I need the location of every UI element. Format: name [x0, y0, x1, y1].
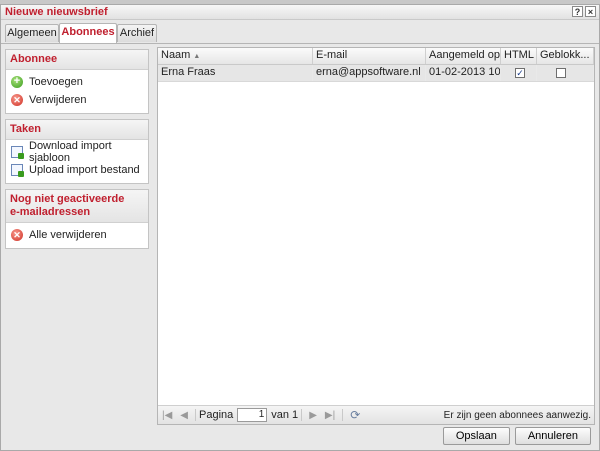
download-template-label: Download import sjabloon	[29, 140, 112, 164]
page-number-input[interactable]: 1	[237, 408, 268, 422]
add-subscriber-label: Toevoegen	[29, 76, 83, 88]
tab-bar: Algemeen Abonnees Archief	[1, 21, 599, 44]
panel-taken: Taken Download import sjabloon Upload im…	[5, 119, 149, 184]
panel-inactive-title-line1: Nog niet geactiveerde	[10, 193, 125, 205]
pager-separator	[195, 409, 196, 421]
column-header-geblokkeerd[interactable]: Geblokk...	[537, 48, 594, 64]
pager-separator	[301, 409, 303, 421]
page-of-label: van 1	[271, 409, 299, 421]
delete-icon: ✕	[11, 229, 23, 241]
upload-file-icon	[11, 164, 24, 177]
page-label: Pagina	[199, 409, 234, 421]
cell-geblokkeerd	[537, 65, 594, 81]
tab-abonnees[interactable]: Abonnees	[59, 23, 117, 43]
html-checkbox[interactable]: ✓	[515, 68, 525, 78]
next-page-icon[interactable]: ▶	[309, 410, 317, 421]
column-header-html[interactable]: HTML	[501, 48, 537, 64]
grid-header: Naam ▲ E-mail Aangemeld op HTML Geblokk..…	[158, 48, 594, 65]
cell-aangemeld: 01-02-2013 10:49	[426, 65, 501, 81]
dialog-title: Nieuwe nieuwsbrief	[5, 6, 108, 18]
add-subscriber-button[interactable]: + Toevoegen	[6, 73, 148, 91]
download-template-button[interactable]: Download import sjabloon	[6, 140, 148, 164]
delete-subscriber-label: Verwijderen	[29, 94, 87, 106]
first-page-icon[interactable]: |◀	[162, 410, 172, 421]
cancel-button[interactable]: Annuleren	[514, 427, 591, 445]
dialog-titlebar[interactable]: Nieuwe nieuwsbrief ? ×	[1, 5, 599, 20]
sort-asc-icon: ▲	[193, 53, 201, 60]
cell-html: ✓	[501, 65, 537, 81]
blocked-checkbox[interactable]	[556, 68, 566, 78]
prev-page-icon[interactable]: ◀	[180, 410, 188, 421]
column-header-email[interactable]: E-mail	[313, 48, 426, 64]
subscribers-grid: Naam ▲ E-mail Aangemeld op HTML Geblokk..…	[157, 47, 595, 425]
panel-inactive-title: Nog niet geactiveerde e-mailadressen	[6, 190, 148, 223]
panel-inactive-emails: Nog niet geactiveerde e-mailadressen ✕ A…	[5, 189, 149, 249]
table-row[interactable]: Erna Fraas erna@appsoftware.nl 01-02-201…	[158, 65, 594, 82]
delete-subscriber-button[interactable]: ✕ Verwijderen	[6, 91, 148, 109]
pager-toolbar: |◀ ◀ Pagina 1 van 1 ▶ ▶| ⟳ Er zijn geen …	[158, 405, 594, 424]
column-header-naam[interactable]: Naam ▲	[158, 48, 313, 64]
save-button[interactable]: Opslaan	[442, 427, 510, 445]
tab-algemeen[interactable]: Algemeen	[5, 24, 59, 42]
help-icon[interactable]: ?	[572, 6, 583, 17]
delete-icon: ✕	[11, 94, 23, 106]
upload-file-button[interactable]: Upload import bestand	[6, 161, 148, 179]
column-header-aangemeld[interactable]: Aangemeld op	[426, 48, 501, 64]
last-page-icon[interactable]: ▶|	[325, 410, 335, 421]
refresh-icon[interactable]: ⟳	[350, 408, 360, 422]
panel-taken-title: Taken	[6, 120, 148, 140]
panel-abonnee: Abonnee + Toevoegen ✕ Verwijderen	[5, 49, 149, 114]
panel-abonnee-title: Abonnee	[6, 50, 148, 70]
panel-inactive-title-line2: e-mailadressen	[10, 206, 91, 218]
upload-file-label: Upload import bestand	[29, 164, 140, 176]
delete-all-label: Alle verwijderen	[29, 229, 107, 241]
cell-email: erna@appsoftware.nl	[313, 65, 426, 81]
cell-naam: Erna Fraas	[158, 65, 313, 81]
download-template-icon	[11, 146, 24, 159]
close-icon[interactable]: ×	[585, 6, 596, 17]
dialog-window: Nieuwe nieuwsbrief ? × Algemeen Abonnees…	[0, 4, 600, 451]
tab-archief[interactable]: Archief	[117, 24, 157, 42]
pager-status: Er zijn geen abonnees aanwezig.	[443, 409, 591, 421]
add-icon: +	[11, 76, 23, 88]
delete-all-button[interactable]: ✕ Alle verwijderen	[6, 226, 148, 244]
pager-separator	[342, 409, 344, 421]
